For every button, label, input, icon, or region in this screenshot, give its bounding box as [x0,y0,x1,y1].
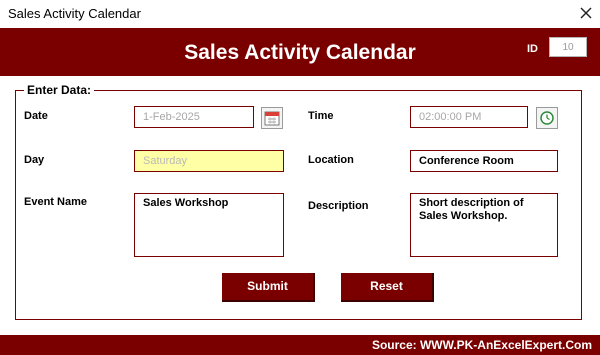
id-field[interactable] [549,37,587,57]
clock-icon[interactable] [536,107,558,129]
location-label: Location [308,154,354,166]
date-label: Date [24,110,48,122]
event-name-label: Event Name [24,196,87,208]
submit-button[interactable]: Submit [222,273,315,302]
day-label: Day [24,154,45,166]
time-label: Time [308,110,334,122]
source-credit: Source: WWW.PK-AnExcelExpert.Com [371,338,592,352]
location-field[interactable] [410,150,558,172]
description-label: Description [308,200,369,212]
date-field[interactable] [134,106,254,128]
reset-button[interactable]: Reset [341,273,434,302]
description-field[interactable]: Short description of Sales Workshop. [410,193,558,257]
calendar-icon[interactable] [261,107,283,129]
event-name-field[interactable]: Sales Workshop [134,193,284,257]
day-field[interactable] [134,150,284,172]
header-banner: Sales Activity Calendar ID [0,28,600,76]
page-title: Sales Activity Calendar [184,41,416,64]
time-field[interactable] [410,106,528,128]
window-title: Sales Activity Calendar [8,6,141,21]
id-label: ID [527,43,538,55]
close-icon[interactable] [576,3,596,23]
window-titlebar: Sales Activity Calendar [0,0,600,28]
group-title: Enter Data: [24,83,95,97]
footer-bar: Source: WWW.PK-AnExcelExpert.Com [0,335,600,355]
